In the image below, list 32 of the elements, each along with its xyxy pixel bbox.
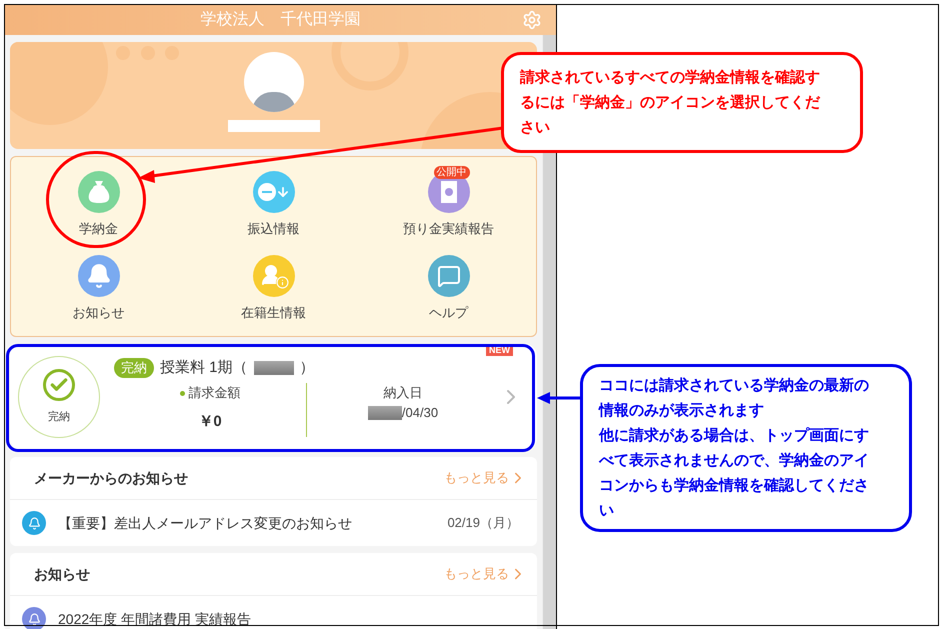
check-icon bbox=[43, 368, 75, 401]
due-date: /04/30 bbox=[402, 404, 438, 422]
menu-tile[interactable]: お知らせ bbox=[11, 246, 186, 330]
due-date-label: 納入日 bbox=[384, 384, 422, 402]
news-title: 【重要】差出人メールアドレス変更のお知らせ bbox=[58, 514, 353, 532]
news-item[interactable]: 【重要】差出人メールアドレス変更のお知らせ 02/19（月） bbox=[10, 500, 537, 546]
fee-title: 授業料 1期（ bbox=[160, 358, 248, 378]
speech-bubble-icon bbox=[436, 264, 460, 288]
app-title: 学校法人 千代田学園 bbox=[200, 10, 360, 30]
annotation-text: ココには請求されている学納金の最新の情報のみが表示されます bbox=[599, 376, 870, 421]
payment-card[interactable]: NEW 完納 完納 授業料 1期（ ） 請求金額 ￥0 納入日 /04/30 bbox=[10, 344, 537, 450]
annotation-text: 請求されているすべての学納金情報を確認するには「学納金」のアイコンを選択してください bbox=[520, 68, 822, 138]
section-title: メーカーからのお知らせ bbox=[34, 468, 188, 488]
redaction-bar bbox=[254, 361, 294, 375]
document-icon bbox=[440, 180, 458, 204]
menu-tile[interactable]: 振込情報 bbox=[186, 163, 361, 246]
news-date: 02/19（月） bbox=[447, 514, 519, 532]
paid-badge: 完納 bbox=[114, 358, 154, 378]
money-bag-icon bbox=[88, 180, 110, 204]
amount-label: 請求金額 bbox=[188, 384, 240, 402]
yen-arrow-icon bbox=[258, 183, 290, 201]
redaction-bar bbox=[368, 406, 402, 420]
menu-tile[interactable]: 在籍生情報 bbox=[186, 246, 361, 330]
fee-title: ） bbox=[300, 358, 315, 378]
amount: ￥0 bbox=[198, 412, 222, 432]
annotation-text: 他に請求がある場合は、トップ画面にすべて表示されませんので、学納金のアイコンからも学納金情報を確認してください bbox=[599, 426, 870, 521]
menu-tile[interactable]: ヘルプ bbox=[361, 246, 536, 330]
bell-icon bbox=[86, 262, 112, 288]
status-badge: 公開中 bbox=[434, 166, 470, 179]
section-title: お知らせ bbox=[34, 564, 90, 584]
menu-tile[interactable]: 学納金 bbox=[11, 163, 186, 246]
menu-tile[interactable]: 公開中 預り金実績報告 bbox=[361, 163, 536, 246]
